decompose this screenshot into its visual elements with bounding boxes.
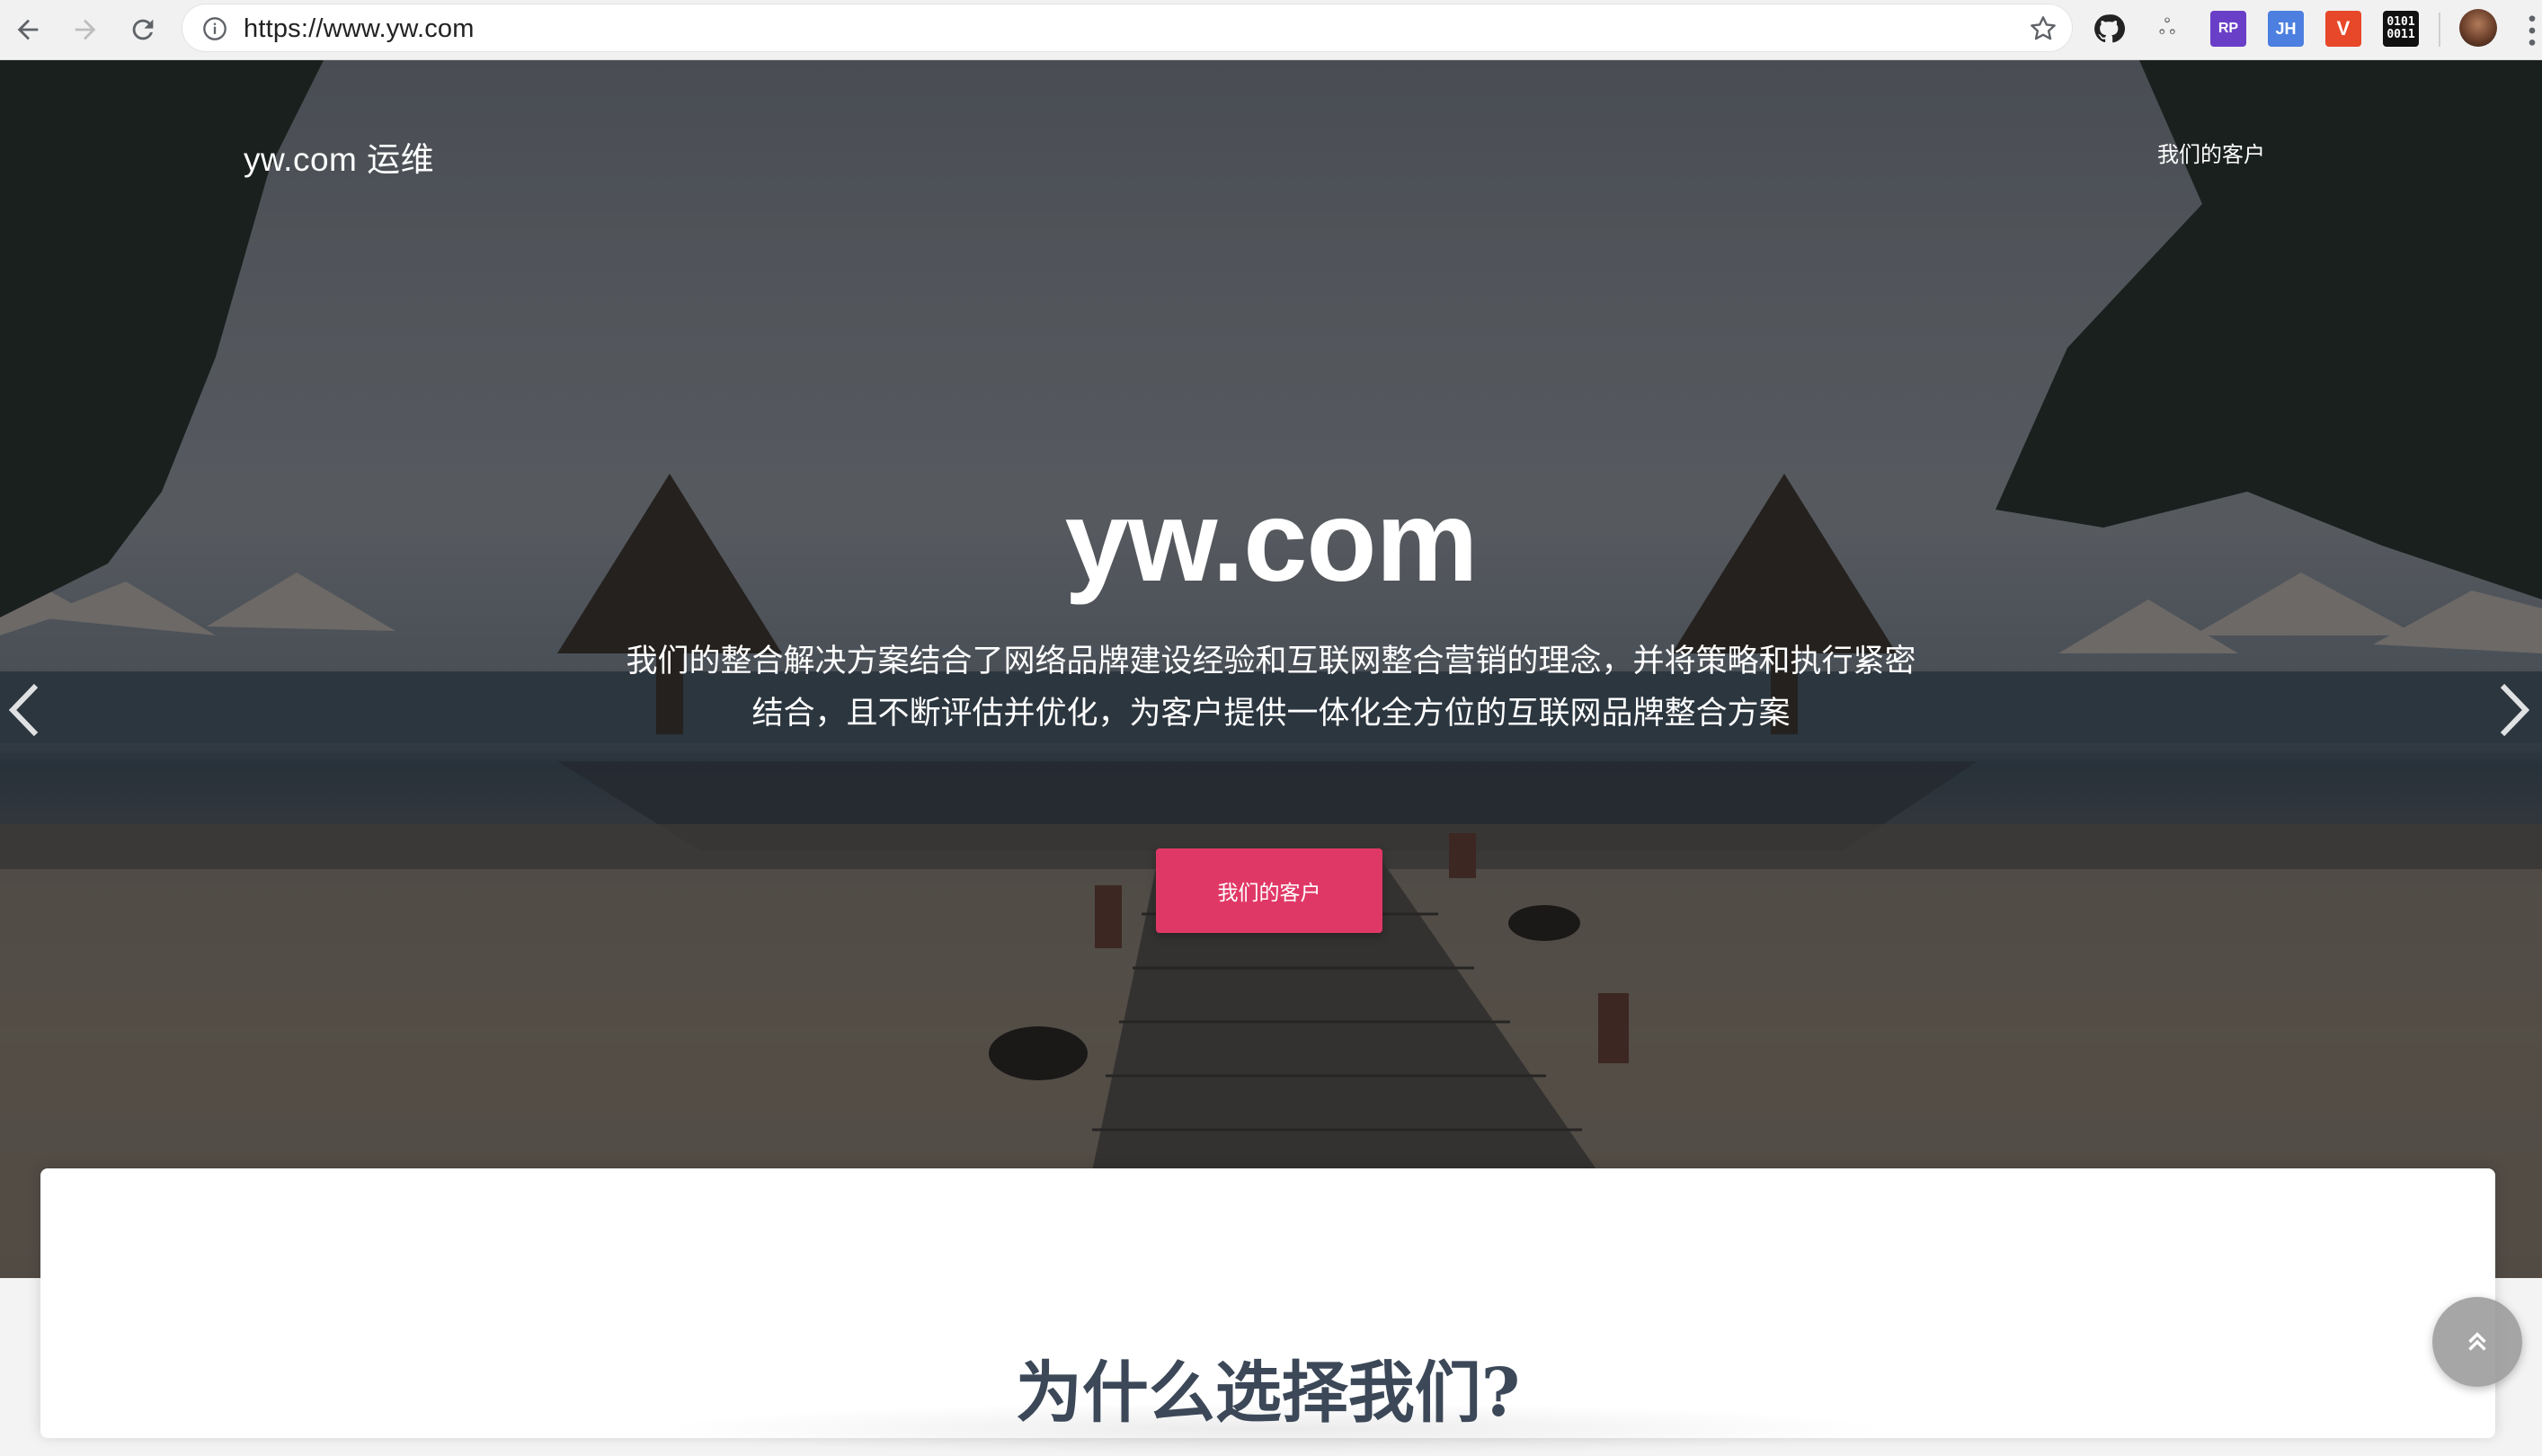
rp-extension-icon[interactable]: RP (2210, 11, 2246, 47)
code-extension-icon[interactable]: V (2325, 11, 2361, 47)
reload-icon (132, 19, 154, 40)
more-vert-icon[interactable] (2526, 13, 2538, 49)
section-title: 为什么选择我们? (1015, 1354, 1521, 1432)
chevron-left-icon[interactable] (4, 679, 49, 741)
url-text[interactable]: https://www.yw.com (244, 14, 475, 44)
address-bar[interactable]: https://www.yw.com (182, 4, 2073, 52)
site-logo[interactable]: yw.com 运维 (244, 132, 434, 181)
github-octocat-icon[interactable] (2091, 11, 2127, 47)
hero-title: yw.com (1064, 477, 1479, 606)
avatar[interactable] (2459, 9, 2497, 47)
back-button[interactable] (5, 7, 50, 52)
why-choose-us-section: 为什么选择我们? (40, 1168, 2495, 1456)
double-chevron-up-icon (2468, 1332, 2486, 1351)
arrow-right-icon (75, 19, 96, 40)
nav-link-clients[interactable]: 我们的客户 (2157, 137, 2265, 168)
browser-toolbar: https://www.yw.com ஃ RP JH V 0101 0011 (0, 0, 2542, 60)
arrow-left-icon (17, 19, 39, 40)
hero-description: 我们的整合解决方案结合了网络品牌建设经验和互联网整合营销的理念，并将策略和执行紧… (626, 644, 1916, 732)
reload-button[interactable] (120, 7, 165, 52)
toolbar-divider (2439, 13, 2440, 47)
scroll-to-top-button[interactable] (2432, 1297, 2522, 1387)
jh-extension-icon[interactable]: JH (2268, 11, 2304, 47)
binary-extension-icon[interactable]: 0101 0011 (2383, 11, 2419, 47)
hero-section: yw.com 运维 我们的客户 yw.com 我们的整合解决方案结合了网络品牌建… (0, 60, 2542, 1278)
chevron-right-icon[interactable] (2490, 679, 2535, 741)
forward-button[interactable] (63, 7, 108, 52)
info-icon[interactable] (202, 16, 227, 41)
clients-cta-button[interactable]: 我们的客户 (1156, 848, 1382, 933)
star-icon[interactable] (2029, 14, 2058, 43)
tree-icon[interactable]: ஃ (2149, 11, 2185, 47)
